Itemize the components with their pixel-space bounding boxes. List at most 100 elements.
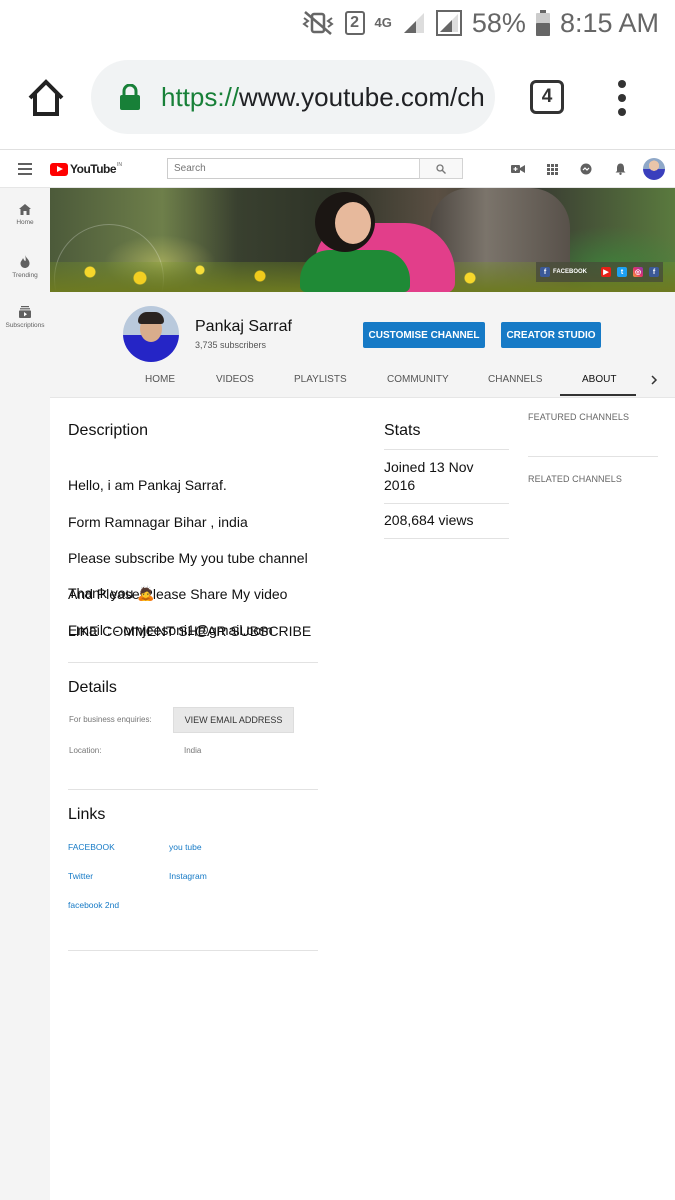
- view-email-button[interactable]: VIEW EMAIL ADDRESS: [173, 707, 294, 733]
- description-title: Description: [68, 422, 149, 439]
- active-tab-indicator: [560, 394, 636, 396]
- left-guide: Home Trending Subscriptions: [0, 188, 50, 1200]
- email-text: Email : - omjeesoni1@gmail.com: [68, 622, 273, 638]
- search-input[interactable]: [167, 158, 419, 179]
- guide-item-subscriptions[interactable]: Subscriptions: [0, 306, 50, 329]
- thank-you-text: Thank you 🙇: [68, 585, 155, 601]
- url-host: www.youtube.com/ch: [239, 81, 485, 112]
- twitter-icon[interactable]: t: [617, 267, 627, 277]
- link-twitter[interactable]: Twitter: [68, 871, 93, 881]
- channel-banner: f FACEBOOK ▶ t ◎ f: [50, 188, 675, 292]
- browser-home-icon[interactable]: [24, 76, 68, 120]
- guide-item-home[interactable]: Home: [0, 204, 50, 226]
- apps-grid-icon[interactable]: [535, 150, 569, 188]
- home-icon: [19, 204, 31, 215]
- url-text: https://www.youtube.com/ch: [161, 82, 485, 113]
- account-avatar[interactable]: [643, 158, 665, 180]
- notifications-bell-icon[interactable]: [603, 150, 637, 188]
- link-facebook[interactable]: FACEBOOK: [68, 842, 115, 852]
- location-label: Location:: [69, 746, 102, 755]
- banner-link-facebook[interactable]: f FACEBOOK: [539, 267, 595, 277]
- tab-switcher-button[interactable]: 4: [530, 80, 564, 114]
- divider: [68, 950, 318, 951]
- search-icon: [436, 163, 446, 174]
- upload-video-icon[interactable]: [501, 150, 535, 188]
- battery-percent: 58%: [471, 7, 526, 38]
- links-title: Links: [68, 806, 106, 823]
- browser-menu-icon[interactable]: [616, 80, 628, 116]
- sim-slot-number: 2: [344, 11, 365, 35]
- url-scheme: https://: [161, 81, 240, 112]
- tab-about[interactable]: ABOUT: [582, 374, 616, 385]
- business-enquiries-label: For business enquiries:: [69, 715, 152, 724]
- tab-playlists[interactable]: PLAYLISTS: [294, 374, 347, 385]
- divider: [68, 789, 318, 790]
- view-count: 208,684 views: [384, 512, 474, 528]
- stats-title: Stats: [384, 422, 421, 439]
- battery-icon: [535, 10, 550, 36]
- tab-channels[interactable]: CHANNELS: [488, 374, 542, 385]
- flame-icon: [20, 255, 30, 268]
- location-value: India: [184, 746, 202, 755]
- vibrate-mute-icon: [301, 10, 335, 36]
- channel-name[interactable]: Pankaj Sarraf: [195, 318, 292, 336]
- search-box: [167, 158, 463, 179]
- banner-figure-legs: [300, 250, 410, 292]
- tab-community[interactable]: COMMUNITY: [387, 374, 449, 385]
- country-code: IN: [117, 162, 123, 168]
- signal-strength-2-icon: [435, 10, 462, 36]
- related-channels-label: RELATED CHANNELS: [528, 474, 622, 484]
- browser-toolbar: https://www.youtube.com/ch 4: [0, 46, 675, 150]
- featured-channels-label: FEATURED CHANNELS: [528, 412, 630, 422]
- signal-strength-icon: [402, 10, 426, 36]
- search-button[interactable]: [419, 158, 463, 179]
- masthead-actions: [501, 150, 675, 188]
- channel-header: Pankaj Sarraf 3,735 subscribers CUSTOMIS…: [50, 292, 675, 398]
- tab-home[interactable]: HOME: [145, 374, 175, 385]
- divider: [384, 449, 509, 450]
- guide-item-label: Trending: [12, 272, 38, 279]
- description-line: Hello, i am Pankaj Sarraf.: [68, 477, 227, 494]
- joined-date: Joined 13 Nov 2016: [384, 459, 474, 493]
- link-facebook-2nd[interactable]: facebook 2nd: [68, 900, 119, 910]
- link-instagram[interactable]: Instagram: [169, 871, 207, 881]
- clock: 8:15 AM: [559, 7, 659, 38]
- youtube-logo[interactable]: YouTube IN: [50, 162, 122, 176]
- instagram-icon[interactable]: ◎: [633, 267, 643, 277]
- tab-videos[interactable]: VIDEOS: [216, 374, 254, 385]
- channel-tabs: HOME VIDEOS PLAYLISTS COMMUNITY CHANNELS…: [50, 362, 675, 398]
- messages-icon[interactable]: [569, 150, 603, 188]
- banner-link-label: FACEBOOK: [552, 269, 587, 275]
- link-youtube[interactable]: you tube: [169, 842, 202, 852]
- banner-figure-face: [335, 202, 371, 244]
- youtube-icon[interactable]: ▶: [601, 267, 611, 277]
- lock-icon: [119, 83, 141, 110]
- creator-studio-button[interactable]: CREATOR STUDIO: [501, 322, 601, 348]
- banner-social-links: f FACEBOOK ▶ t ◎ f: [535, 262, 663, 282]
- divider: [528, 456, 658, 457]
- channel-avatar[interactable]: [123, 306, 179, 362]
- youtube-play-icon: [50, 162, 68, 176]
- address-bar[interactable]: https://www.youtube.com/ch: [91, 60, 495, 134]
- details-title: Details: [68, 679, 117, 696]
- description-line: Form Ramnagar Bihar , india: [68, 513, 248, 530]
- youtube-wordmark: YouTube: [70, 162, 117, 176]
- divider: [384, 503, 509, 504]
- customise-channel-button[interactable]: CUSTOMISE CHANNEL: [363, 322, 485, 348]
- divider: [68, 662, 318, 663]
- facebook-2nd-icon[interactable]: f: [649, 267, 659, 277]
- subscriptions-icon: [19, 306, 31, 318]
- guide-item-label: Home: [16, 219, 34, 226]
- hamburger-menu-icon[interactable]: [18, 163, 32, 175]
- subscriber-count: 3,735 subscribers: [195, 340, 267, 350]
- sim-slot-icon: 2: [344, 10, 365, 36]
- chevron-right-icon[interactable]: [650, 372, 658, 390]
- facebook-icon: f: [539, 267, 550, 277]
- about-content: Description Hello, i am Pankaj Sarraf. F…: [50, 398, 675, 1200]
- guide-item-label: Subscriptions: [5, 322, 45, 329]
- guide-item-trending[interactable]: Trending: [0, 255, 50, 279]
- description-line: Please subscribe My you tube channel: [68, 550, 308, 567]
- status-bar: 2 4G 58% 8:15 AM: [0, 0, 675, 46]
- network-type-label: 4G: [374, 15, 392, 30]
- youtube-masthead: YouTube IN: [0, 150, 675, 188]
